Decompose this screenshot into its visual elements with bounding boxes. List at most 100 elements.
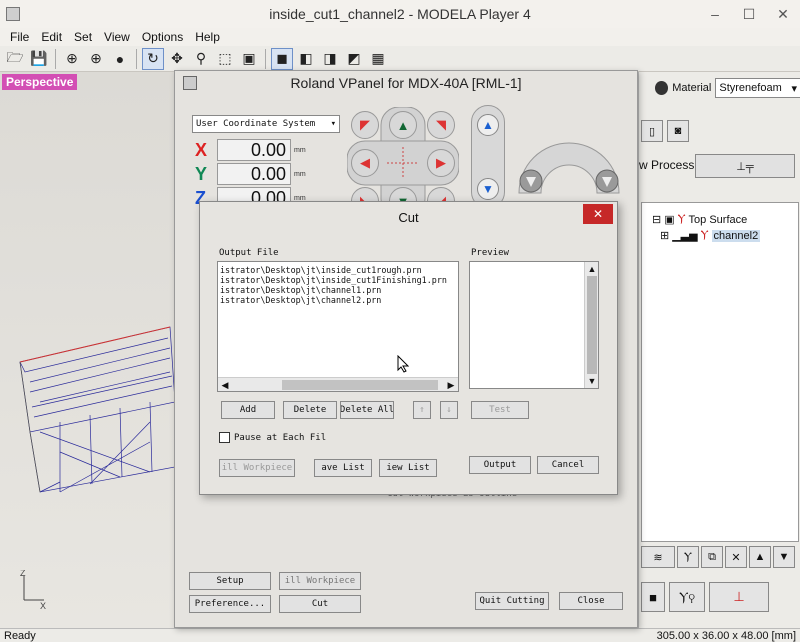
move-down-icon[interactable]: ▼ (773, 546, 795, 568)
save-icon[interactable]: 💾 (28, 48, 50, 70)
output-file-list[interactable]: istrator\Desktop\jt\inside_cut1rough.prn… (217, 261, 459, 392)
vpanel-icon (183, 76, 197, 90)
fit-icon[interactable]: ⬚ (214, 48, 236, 70)
maximize-button[interactable]: ☐ (732, 0, 766, 28)
title-bar: inside_cut1_channel2 - MODELA Player 4 –… (0, 0, 800, 28)
delete-button[interactable]: Delete (283, 401, 337, 419)
pause-checkbox[interactable]: Pause at Each Fil (219, 432, 326, 443)
model-size: 305.00 x 36.00 x 48.00 [mm] (656, 629, 796, 642)
material-value: Styrenefoam (719, 82, 782, 94)
cut-button[interactable]: Cut (279, 595, 361, 613)
output-button[interactable]: Output (469, 456, 531, 474)
close-icon[interactable]: ✕ (583, 204, 613, 224)
tool-button-a[interactable]: ▯ (641, 120, 663, 142)
app-icon (6, 7, 20, 21)
coordinate-system-value: User Coordinate System (196, 119, 316, 129)
minimize-button[interactable]: – (698, 0, 732, 28)
y-axis-label: Y (195, 163, 208, 184)
open-folder-icon[interactable]: 🗁 (4, 48, 26, 70)
scroll-thumb[interactable] (282, 380, 438, 390)
scroll-thumb[interactable] (587, 276, 597, 374)
list-item[interactable]: istrator\Desktop\jt\inside_cut1rough.prn (218, 265, 458, 275)
move-up-icon[interactable]: ▲ (749, 546, 771, 568)
vpanel-title: Roland VPanel for MDX-40A [RML-1] (290, 75, 522, 91)
menu-help[interactable]: Help (189, 30, 226, 44)
view-iso-icon[interactable]: ◼ (271, 47, 293, 70)
coordinate-system-select[interactable]: User Coordinate System ▾ (192, 115, 340, 133)
delete-all-button[interactable]: Delete All (340, 401, 394, 419)
material-select[interactable]: Styrenefoam ▾ (715, 78, 800, 98)
fill-workpiece-button[interactable]: ill Workpiece (279, 572, 361, 590)
preference-button[interactable]: Preference... (189, 595, 271, 613)
jog-up-right-icon[interactable]: ◥ (427, 111, 455, 139)
setup-button[interactable]: Setup (189, 572, 271, 590)
z-down-icon[interactable]: ▼ (477, 178, 499, 200)
pan-icon[interactable]: ✥ (166, 48, 188, 70)
horizontal-scrollbar[interactable]: ◀ ▶ (218, 377, 458, 391)
list-item[interactable]: istrator\Desktop\jt\channel1.prn (218, 285, 458, 295)
list-item[interactable]: istrator\Desktop\jt\channel2.prn (218, 295, 458, 305)
menu-options[interactable]: Options (136, 30, 189, 44)
process-tree[interactable]: ⊟ ▣ Ⲩ Top Surface ⊞ ▁▃▅ Ⲩ channel2 (641, 202, 799, 542)
cut-icon[interactable]: ⊥ (709, 582, 769, 612)
vertical-scrollbar[interactable]: ▲ ▼ (584, 262, 598, 388)
copy-icon[interactable]: ⧉ (701, 546, 723, 568)
delete-icon[interactable]: ✕ (725, 546, 747, 568)
scroll-up-icon[interactable]: ▲ (585, 262, 599, 276)
jog-right-icon[interactable]: ▶ (427, 149, 455, 177)
view-front-icon[interactable]: ◧ (295, 48, 317, 70)
new-process-label: w Process (639, 158, 695, 172)
menu-edit[interactable]: Edit (35, 30, 68, 44)
menu-set[interactable]: Set (68, 30, 98, 44)
z-jog: ▲ ▼ (471, 105, 505, 209)
scroll-right-icon[interactable]: ▶ (444, 378, 458, 392)
menu-bar: File Edit Set View Options Help (0, 28, 800, 46)
zoom-box-icon[interactable]: ▣ (238, 48, 260, 70)
preview-icon[interactable]: ■ (641, 582, 665, 612)
fill-workpiece-button[interactable]: ill Workpiece (219, 459, 295, 477)
move-up-icon[interactable]: ⇑ (413, 401, 431, 419)
tool-search-icon[interactable]: Ⲩ⚲ (669, 582, 705, 612)
save-list-button[interactable]: ave List (314, 459, 372, 477)
menu-file[interactable]: File (4, 30, 35, 44)
material-icon (655, 81, 669, 95)
tool-button-b[interactable]: ◙ (667, 120, 689, 142)
y-readout: Y 0.00 mm (195, 163, 306, 185)
close-button[interactable]: ✕ (766, 0, 800, 28)
z-up-icon[interactable]: ▲ (477, 114, 499, 136)
view-grid-icon[interactable]: ▦ (367, 48, 389, 70)
jog-up-icon[interactable]: ▲ (389, 111, 417, 139)
scan-icon[interactable]: ≋ (641, 546, 675, 568)
ball-icon[interactable]: ● (109, 48, 131, 70)
y-value: 0.00 (217, 163, 291, 185)
tool-edit-icon[interactable]: Ⲩ (677, 546, 699, 568)
rotate-icon[interactable]: ↻ (142, 47, 164, 70)
sphere-icon[interactable]: ⊕ (85, 48, 107, 70)
globe-icon[interactable]: ⊕ (61, 48, 83, 70)
tool-icon: Ⲩ (700, 229, 709, 241)
view-side-icon[interactable]: ◨ (319, 48, 341, 70)
list-item[interactable]: istrator\Desktop\jt\inside_cut1Finishing… (218, 275, 458, 285)
close-button[interactable]: Close (559, 592, 623, 610)
scroll-down-icon[interactable]: ▼ (585, 374, 599, 388)
test-button[interactable]: Test (471, 401, 529, 419)
jog-left-icon[interactable]: ◀ (351, 149, 379, 177)
scroll-left-icon[interactable]: ◀ (218, 378, 232, 392)
output-file-label: Output File (219, 248, 279, 258)
add-button[interactable]: Add (221, 401, 275, 419)
menu-view[interactable]: View (98, 30, 136, 44)
tree-item-top-surface[interactable]: ⊟ ▣ Ⲩ Top Surface (652, 213, 747, 226)
zoom-icon[interactable]: ⚲ (190, 48, 212, 70)
move-down-icon[interactable]: ⇓ (440, 401, 458, 419)
chevron-down-icon: ▾ (330, 119, 336, 129)
tree-item-channel2[interactable]: ⊞ ▁▃▅ Ⲩ channel2 (660, 229, 761, 242)
quit-cutting-button[interactable]: Quit Cutting (475, 592, 549, 610)
view-top-icon[interactable]: ◩ (343, 48, 365, 70)
checkbox-box[interactable] (219, 432, 230, 443)
cancel-button[interactable]: Cancel (537, 456, 599, 474)
jog-up-left-icon[interactable]: ◤ (351, 111, 379, 139)
view-list-button[interactable]: iew List (379, 459, 437, 477)
svg-text:Z: Z (20, 570, 26, 578)
process-icon: ⊥╤ (736, 160, 754, 173)
new-process-button[interactable]: ⊥╤ (695, 154, 795, 178)
